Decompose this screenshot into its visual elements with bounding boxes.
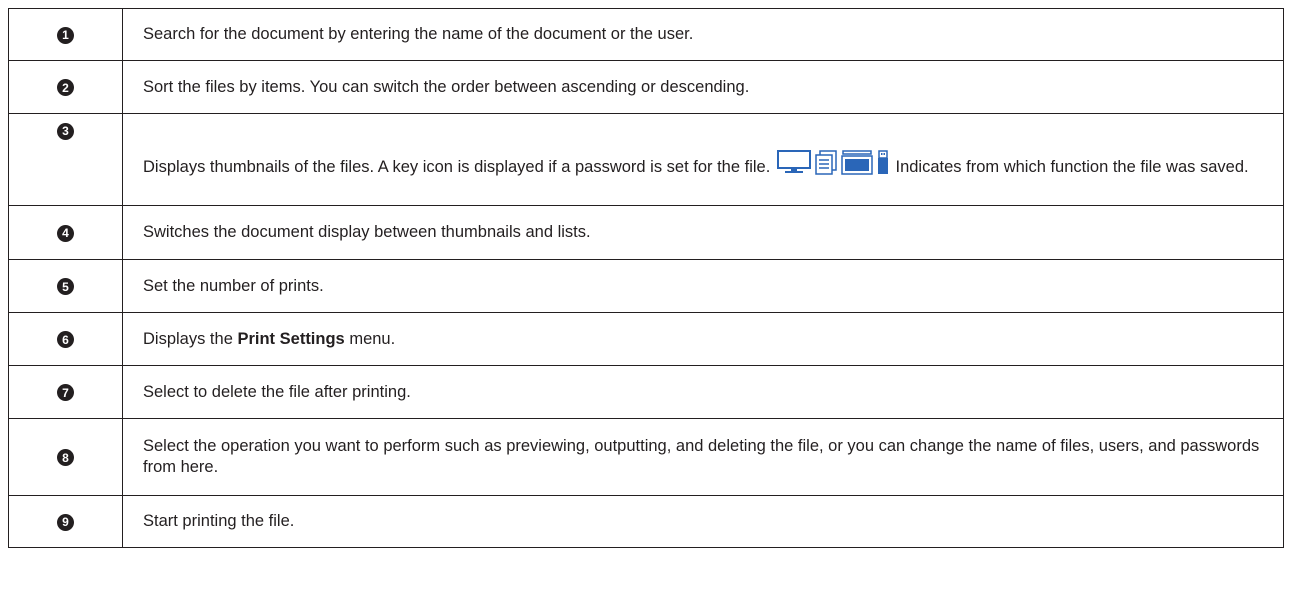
description-cell: Displays thumbnails of the files. A key … bbox=[122, 113, 1284, 206]
table-row: 1 Search for the document by entering th… bbox=[8, 8, 1284, 61]
callout-badge-8: 8 bbox=[57, 449, 74, 466]
computer-icon bbox=[776, 149, 811, 173]
callout-number-cell: 7 bbox=[8, 365, 123, 419]
description-cell: Set the number of prints. bbox=[122, 259, 1284, 313]
callout-badge-5: 5 bbox=[57, 278, 74, 295]
description-cell: Select the operation you want to perform… bbox=[122, 418, 1284, 496]
callout-number-cell: 8 bbox=[8, 418, 123, 496]
callout-badge-4: 4 bbox=[57, 224, 74, 242]
table-row: 5 Set the number of prints. bbox=[8, 259, 1284, 313]
table-row: 6 Displays the Print Settings menu. bbox=[8, 312, 1284, 366]
source-icons bbox=[776, 149, 889, 175]
description-cell: Switches the document display between th… bbox=[122, 205, 1284, 260]
description-text: Indicates from which function the file w… bbox=[895, 157, 1249, 176]
callout-badge-1: 1 bbox=[57, 26, 74, 44]
table-row: 9 Start printing the file. bbox=[8, 495, 1284, 548]
document-icon bbox=[815, 149, 837, 175]
callout-number-cell: 4 bbox=[8, 205, 123, 260]
description-cell: Search for the document by entering the … bbox=[122, 8, 1284, 61]
callout-legend-table: 1 Search for the document by entering th… bbox=[8, 8, 1284, 548]
callout-number-cell: 2 bbox=[8, 60, 123, 114]
callout-badge-2: 2 bbox=[57, 79, 74, 96]
callout-number-cell: 6 bbox=[8, 312, 123, 366]
callout-badge-7: 7 bbox=[57, 384, 74, 401]
table-row: 4 Switches the document display between … bbox=[8, 205, 1284, 260]
table-row: 2 Sort the files by items. You can switc… bbox=[8, 60, 1284, 114]
callout-number-cell: 3 bbox=[8, 113, 123, 206]
description-text: Displays thumbnails of the files. A key … bbox=[143, 157, 771, 176]
menu-name: Print Settings bbox=[237, 329, 345, 348]
callout-badge-3: 3 bbox=[57, 122, 74, 140]
callout-number-cell: 5 bbox=[8, 259, 123, 313]
description-cell: Displays the Print Settings menu. bbox=[122, 312, 1284, 366]
description-text: menu. bbox=[349, 329, 396, 348]
callout-number-cell: 1 bbox=[8, 8, 123, 61]
description-cell: Start printing the file. bbox=[122, 495, 1284, 548]
callout-number-cell: 9 bbox=[8, 495, 123, 548]
callout-badge-9: 9 bbox=[57, 513, 74, 531]
table-row: 3 Displays thumbnails of the files. A ke… bbox=[8, 113, 1284, 206]
table-row: 8 Select the operation you want to perfo… bbox=[8, 418, 1284, 496]
description-cell: Select to delete the file after printing… bbox=[122, 365, 1284, 419]
description-cell: Sort the files by items. You can switch … bbox=[122, 60, 1284, 114]
usb-memory-icon bbox=[877, 149, 888, 174]
folder-box-icon bbox=[841, 149, 873, 175]
callout-badge-6: 6 bbox=[57, 331, 74, 348]
table-row: 7 Select to delete the file after printi… bbox=[8, 365, 1284, 419]
description-text: Displays the bbox=[143, 329, 233, 348]
